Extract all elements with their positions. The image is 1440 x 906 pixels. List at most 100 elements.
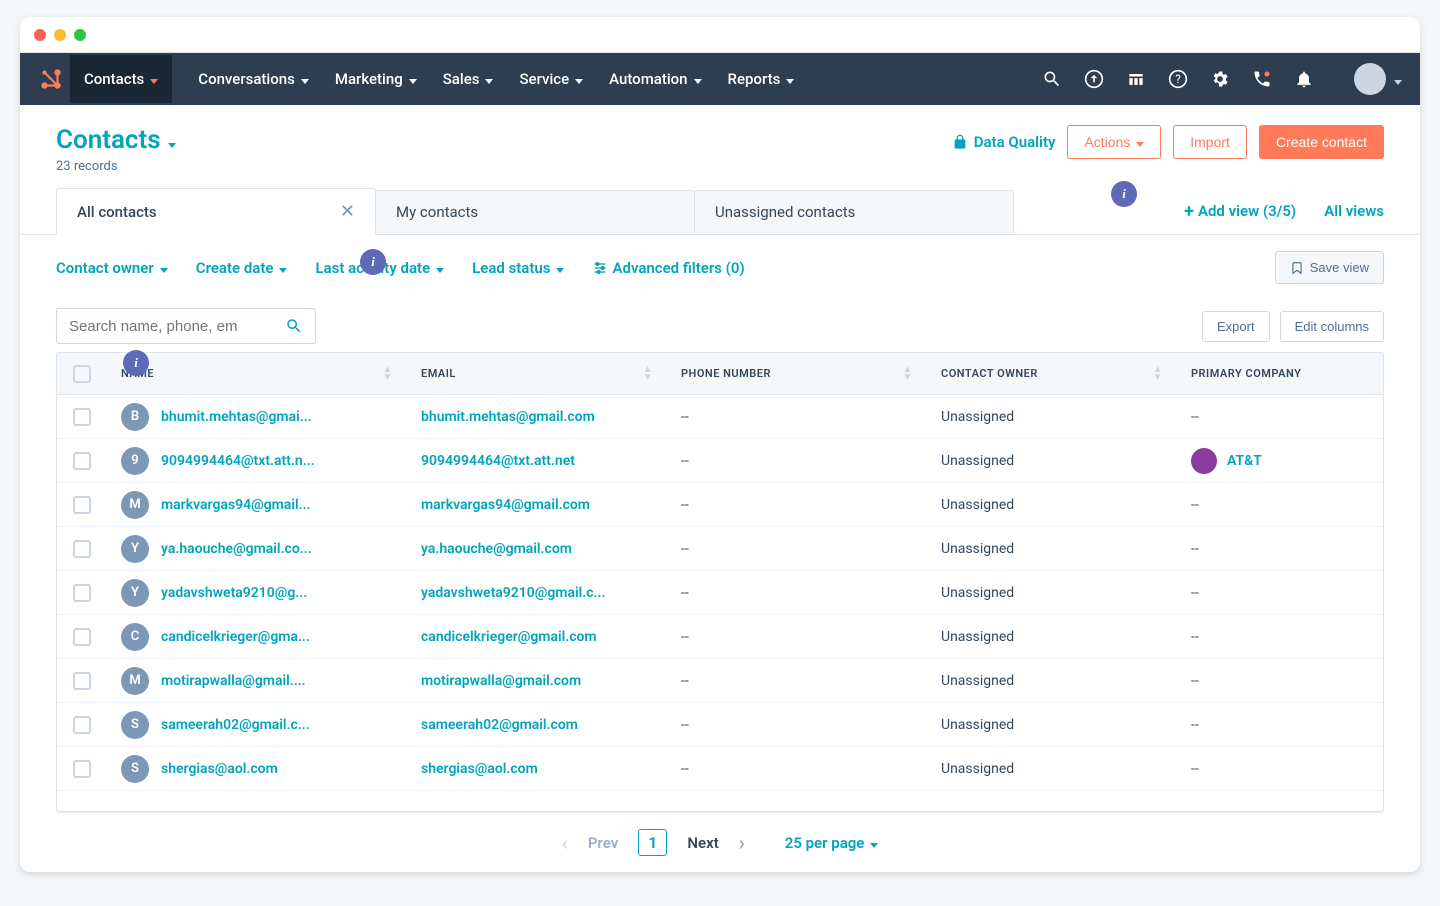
nav-service[interactable]: Service xyxy=(519,70,583,88)
table-row[interactable]: Mmarkvargas94@gmail... markvargas94@gmai… xyxy=(57,483,1383,527)
cell-email[interactable]: motirapwalla@gmail.com xyxy=(407,673,667,689)
import-button[interactable]: Import xyxy=(1173,125,1247,159)
row-checkbox[interactable] xyxy=(73,496,91,514)
cell-email[interactable]: shergias@aol.com xyxy=(407,761,667,777)
actions-button[interactable]: Actions xyxy=(1067,125,1161,159)
cell-company[interactable]: AT&T xyxy=(1177,448,1383,474)
row-checkbox[interactable] xyxy=(73,628,91,646)
table-row[interactable]: Yyadavshweta9210@g... yadavshweta9210@gm… xyxy=(57,571,1383,615)
table-row[interactable]: Ccandicelkrieger@gma... candicelkrieger@… xyxy=(57,615,1383,659)
advanced-filters-button[interactable]: Advanced filters (0) xyxy=(592,259,744,277)
add-view-button[interactable]: +Add view (3/5) xyxy=(1184,201,1296,222)
nav-marketing[interactable]: Marketing xyxy=(335,70,417,88)
account-menu[interactable] xyxy=(1354,63,1402,95)
hubspot-logo-icon[interactable] xyxy=(38,66,64,92)
tab-my-contacts[interactable]: My contacts xyxy=(375,190,695,233)
chevron-left-icon[interactable]: ‹ xyxy=(562,831,568,855)
filter-contact-owner[interactable]: Contact owner xyxy=(56,259,168,277)
notifications-icon[interactable] xyxy=(1294,69,1314,89)
cell-name[interactable]: Ssameerah02@gmail.c... xyxy=(107,711,407,739)
table-row[interactable]: Bbhumit.mehtas@gmai... bhumit.mehtas@gma… xyxy=(57,395,1383,439)
select-all-checkbox[interactable] xyxy=(73,365,91,383)
close-icon[interactable]: ✕ xyxy=(340,201,355,222)
cell-name[interactable]: 99094994464@txt.att.n... xyxy=(107,447,407,475)
row-checkbox[interactable] xyxy=(73,408,91,426)
nav-reports[interactable]: Reports xyxy=(728,70,795,88)
table-row[interactable]: Sshergias@aol.com shergias@aol.com -- Un… xyxy=(57,747,1383,791)
minimize-window-icon[interactable] xyxy=(54,29,66,41)
cell-email[interactable]: markvargas94@gmail.com xyxy=(407,497,667,513)
column-email[interactable]: EMAIL▲▼ xyxy=(407,366,667,382)
create-contact-button[interactable]: Create contact xyxy=(1259,125,1384,159)
column-name[interactable]: NAME▲▼ xyxy=(107,366,407,382)
table-row[interactable]: Yya.haouche@gmail.co... ya.haouche@gmail… xyxy=(57,527,1383,571)
row-checkbox[interactable] xyxy=(73,540,91,558)
close-window-icon[interactable] xyxy=(34,29,46,41)
all-views-link[interactable]: All views xyxy=(1324,202,1384,220)
search-box[interactable] xyxy=(56,308,316,344)
nav-sales[interactable]: Sales xyxy=(443,70,494,88)
tooltip-badge[interactable]: i xyxy=(1111,181,1137,207)
chevron-down-icon xyxy=(166,125,176,155)
cell-email[interactable]: 9094994464@txt.att.net xyxy=(407,453,667,469)
cell-name[interactable]: Yya.haouche@gmail.co... xyxy=(107,535,407,563)
row-checkbox[interactable] xyxy=(73,452,91,470)
cell-email[interactable]: candicelkrieger@gmail.com xyxy=(407,629,667,645)
row-checkbox[interactable] xyxy=(73,584,91,602)
table-row[interactable]: 99094994464@txt.att.n... 9094994464@txt.… xyxy=(57,439,1383,483)
nav-automation[interactable]: Automation xyxy=(609,70,701,88)
edit-columns-button[interactable]: Edit columns xyxy=(1280,311,1384,342)
sort-icon: ▲▼ xyxy=(643,366,653,382)
column-owner[interactable]: CONTACT OWNER▲▼ xyxy=(927,366,1177,382)
per-page-selector[interactable]: 25 per page xyxy=(785,834,878,852)
settings-icon[interactable] xyxy=(1210,69,1230,89)
tooltip-badge[interactable]: i xyxy=(360,249,386,275)
cell-phone: -- xyxy=(667,585,927,601)
column-phone[interactable]: PHONE NUMBER▲▼ xyxy=(667,366,927,382)
cell-name[interactable]: Mmotirapwalla@gmail.... xyxy=(107,667,407,695)
chevron-down-icon xyxy=(277,259,287,277)
tooltip-badge[interactable]: i xyxy=(123,350,149,376)
tab-all-contacts[interactable]: All contacts✕ xyxy=(56,188,376,235)
table-row[interactable]: Ssameerah02@gmail.c... sameerah02@gmail.… xyxy=(57,703,1383,747)
cell-email[interactable]: yadavshweta9210@gmail.c... xyxy=(407,585,667,601)
column-company[interactable]: PRIMARY COMPANY xyxy=(1177,367,1383,380)
cell-name[interactable]: Ccandicelkrieger@gma... xyxy=(107,623,407,651)
nav-conversations[interactable]: Conversations xyxy=(198,70,309,88)
upgrade-icon[interactable] xyxy=(1084,69,1104,89)
page-title[interactable]: Contacts xyxy=(56,125,176,155)
cell-email[interactable]: sameerah02@gmail.com xyxy=(407,717,667,733)
row-checkbox[interactable] xyxy=(73,760,91,778)
cell-name[interactable]: Sshergias@aol.com xyxy=(107,755,407,783)
cell-name[interactable]: Mmarkvargas94@gmail... xyxy=(107,491,407,519)
tab-unassigned-contacts[interactable]: Unassigned contacts xyxy=(694,190,1014,233)
cell-name[interactable]: Bbhumit.mehtas@gmai... xyxy=(107,403,407,431)
cell-name[interactable]: Yyadavshweta9210@g... xyxy=(107,579,407,607)
cell-company: -- xyxy=(1177,673,1383,689)
search-icon[interactable] xyxy=(1042,69,1062,89)
row-checkbox[interactable] xyxy=(73,672,91,690)
filter-create-date[interactable]: Create date xyxy=(196,259,288,277)
cell-email[interactable]: bhumit.mehtas@gmail.com xyxy=(407,409,667,425)
export-button[interactable]: Export xyxy=(1202,311,1270,342)
data-quality-link[interactable]: Data Quality xyxy=(952,133,1056,151)
filter-lead-status[interactable]: Lead status xyxy=(472,259,564,277)
cell-company: -- xyxy=(1177,541,1383,557)
chevron-right-icon[interactable]: › xyxy=(739,831,745,855)
row-checkbox[interactable] xyxy=(73,716,91,734)
page-number[interactable]: 1 xyxy=(638,829,667,856)
marketplace-icon[interactable] xyxy=(1126,69,1146,89)
cell-company: -- xyxy=(1177,409,1383,425)
chevron-down-icon xyxy=(434,259,444,277)
maximize-window-icon[interactable] xyxy=(74,29,86,41)
next-page[interactable]: Next xyxy=(687,834,718,852)
nav-contacts[interactable]: Contacts xyxy=(70,55,172,103)
calling-icon[interactable] xyxy=(1252,69,1272,89)
help-icon[interactable]: ? xyxy=(1168,69,1188,89)
save-view-button[interactable]: Save view xyxy=(1275,251,1384,284)
cell-email[interactable]: ya.haouche@gmail.com xyxy=(407,541,667,557)
table-row[interactable]: Mmotirapwalla@gmail.... motirapwalla@gma… xyxy=(57,659,1383,703)
search-input[interactable] xyxy=(69,318,277,335)
chevron-down-icon xyxy=(554,259,564,277)
prev-page[interactable]: Prev xyxy=(588,834,618,852)
